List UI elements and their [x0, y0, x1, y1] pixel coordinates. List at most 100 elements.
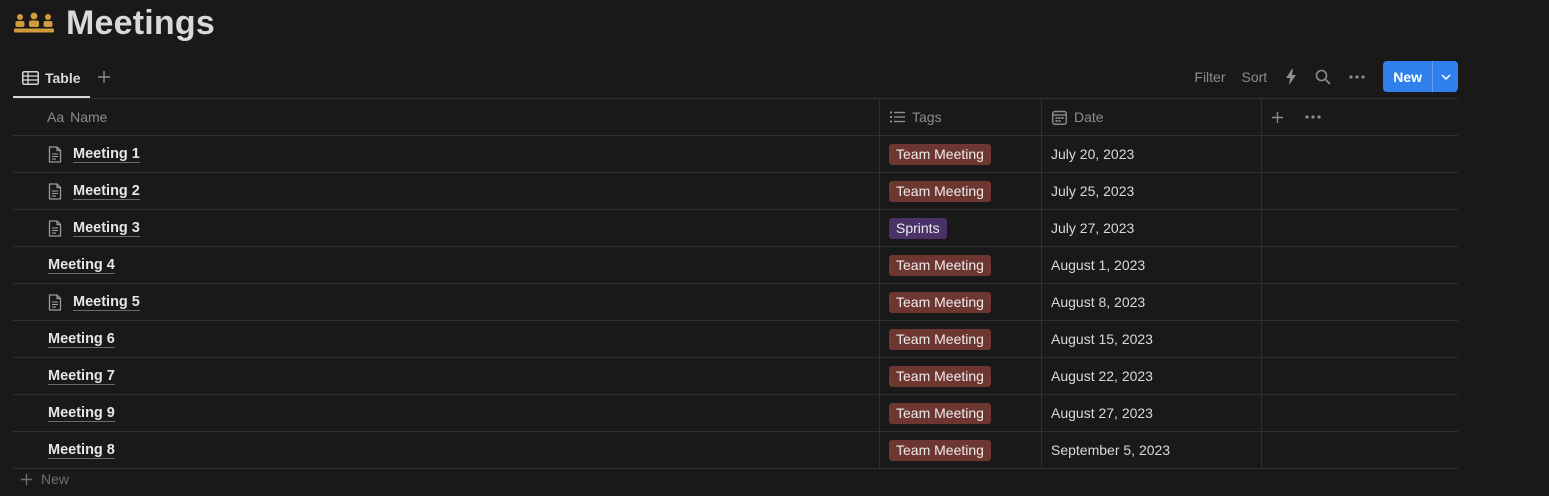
table-icon — [22, 71, 39, 85]
meeting-people-icon[interactable] — [14, 10, 56, 36]
date-cell[interactable]: August 8, 2023 — [1041, 284, 1262, 320]
date-cell[interactable]: August 27, 2023 — [1041, 395, 1262, 431]
tags-cell[interactable]: Team Meeting — [879, 136, 1042, 172]
name-cell[interactable]: Meeting 1 — [13, 136, 879, 172]
new-dropdown-button[interactable] — [1432, 61, 1458, 92]
name-cell[interactable]: Meeting 5 — [13, 284, 879, 320]
empty-cell[interactable] — [1261, 321, 1459, 357]
tags-cell[interactable]: Team Meeting — [879, 321, 1042, 357]
tags-cell[interactable]: Team Meeting — [879, 247, 1042, 283]
table-row[interactable]: Meeting 4 Team Meeting August 1, 2023 — [13, 247, 1458, 284]
tags-cell[interactable]: Team Meeting — [879, 432, 1042, 468]
database-page: Meetings Table Filter Sort New Aa Name T… — [0, 0, 1549, 496]
row-date: August 27, 2023 — [1051, 405, 1153, 421]
table-row[interactable]: Meeting 8 Team Meeting September 5, 2023 — [13, 432, 1458, 469]
empty-cell[interactable] — [1261, 284, 1459, 320]
row-date: August 22, 2023 — [1051, 368, 1153, 384]
document-icon — [48, 182, 64, 200]
tag-badge: Team Meeting — [889, 180, 991, 202]
table-body: Meeting 1 Team Meeting July 20, 2023 Meetin… — [13, 136, 1458, 469]
tag-badge: Team Meeting — [889, 402, 991, 424]
name-cell[interactable]: Meeting 9 — [13, 395, 879, 431]
add-row-button[interactable]: New — [20, 468, 69, 490]
tags-cell[interactable]: Team Meeting — [879, 395, 1042, 431]
tags-cell[interactable]: Team Meeting — [879, 358, 1042, 394]
row-name[interactable]: Meeting 6 — [48, 331, 115, 348]
row-name[interactable]: Meeting 1 — [73, 146, 140, 163]
name-cell[interactable]: Meeting 8 — [13, 432, 879, 468]
empty-cell[interactable] — [1261, 247, 1459, 283]
document-icon — [48, 293, 64, 311]
date-cell[interactable]: July 20, 2023 — [1041, 136, 1262, 172]
row-name[interactable]: Meeting 2 — [73, 183, 140, 200]
tag-badge: Team Meeting — [889, 291, 991, 313]
empty-cell[interactable] — [1261, 432, 1459, 468]
date-cell[interactable]: August 15, 2023 — [1041, 321, 1262, 357]
column-more-icon[interactable] — [1305, 99, 1321, 135]
column-header-extra — [1261, 99, 1459, 135]
empty-cell[interactable] — [1261, 136, 1459, 172]
page-header: Meetings — [14, 2, 215, 44]
row-name[interactable]: Meeting 8 — [48, 442, 115, 459]
table-row[interactable]: Meeting 5 Team Meeting August 8, 2023 — [13, 284, 1458, 321]
column-header-tags[interactable]: Tags — [879, 99, 1041, 135]
add-property-icon[interactable] — [1271, 99, 1284, 135]
search-icon[interactable] — [1315, 69, 1331, 85]
table-row[interactable]: Meeting 1 Team Meeting July 20, 2023 — [13, 136, 1458, 173]
column-header-date[interactable]: Date — [1041, 99, 1261, 135]
row-date: July 20, 2023 — [1051, 146, 1135, 162]
automation-lightning-icon[interactable] — [1285, 68, 1297, 85]
row-name[interactable]: Meeting 4 — [48, 257, 115, 274]
name-cell[interactable]: Meeting 7 — [13, 358, 879, 394]
page-title[interactable]: Meetings — [66, 4, 215, 43]
date-cell[interactable]: July 27, 2023 — [1041, 210, 1262, 246]
column-header-name[interactable]: Aa Name — [13, 99, 879, 135]
row-name[interactable]: Meeting 9 — [48, 405, 115, 422]
text-property-icon: Aa — [47, 109, 65, 125]
empty-cell[interactable] — [1261, 358, 1459, 394]
date-cell[interactable]: September 5, 2023 — [1041, 432, 1262, 468]
new-button[interactable]: New — [1383, 61, 1432, 92]
column-name-label: Name — [70, 109, 108, 125]
empty-cell[interactable] — [1261, 210, 1459, 246]
tags-cell[interactable]: Team Meeting — [879, 284, 1042, 320]
add-row-label: New — [41, 471, 70, 487]
row-date: September 5, 2023 — [1051, 442, 1171, 458]
row-date: August 1, 2023 — [1051, 257, 1146, 273]
calendar-icon — [1052, 110, 1067, 125]
date-cell[interactable]: July 25, 2023 — [1041, 173, 1262, 209]
date-cell[interactable]: August 1, 2023 — [1041, 247, 1262, 283]
name-cell[interactable]: Meeting 3 — [13, 210, 879, 246]
tab-table-view[interactable]: Table — [13, 60, 90, 98]
row-date: July 25, 2023 — [1051, 183, 1135, 199]
name-cell[interactable]: Meeting 6 — [13, 321, 879, 357]
table-row[interactable]: Meeting 2 Team Meeting July 25, 2023 — [13, 173, 1458, 210]
more-options-icon[interactable] — [1349, 74, 1365, 79]
empty-cell[interactable] — [1261, 173, 1459, 209]
new-button-group: New — [1383, 61, 1458, 92]
tags-cell[interactable]: Team Meeting — [879, 173, 1042, 209]
table-row[interactable]: Meeting 9 Team Meeting August 27, 2023 — [13, 395, 1458, 432]
table-row[interactable]: Meeting 6 Team Meeting August 15, 2023 — [13, 321, 1458, 358]
toolbar-actions: Filter Sort New — [1178, 61, 1458, 92]
filter-button[interactable]: Filter — [1194, 69, 1225, 85]
name-cell[interactable]: Meeting 4 — [13, 247, 879, 283]
document-icon — [48, 219, 64, 237]
name-cell[interactable]: Meeting 2 — [13, 173, 879, 209]
table-row[interactable]: Meeting 7 Team Meeting August 22, 2023 — [13, 358, 1458, 395]
sort-button[interactable]: Sort — [1242, 69, 1268, 85]
column-date-label: Date — [1074, 109, 1104, 125]
row-name[interactable]: Meeting 5 — [73, 294, 140, 311]
add-view-button[interactable] — [93, 66, 115, 88]
row-name[interactable]: Meeting 7 — [48, 368, 115, 385]
chevron-down-icon — [1440, 73, 1451, 80]
row-date: July 27, 2023 — [1051, 220, 1135, 236]
date-cell[interactable]: August 22, 2023 — [1041, 358, 1262, 394]
tags-cell[interactable]: Sprints — [879, 210, 1042, 246]
meetings-table: Aa Name Tags Date Meeting 1 Team Meeting… — [13, 98, 1458, 469]
tag-badge: Team Meeting — [889, 328, 991, 350]
row-name[interactable]: Meeting 3 — [73, 220, 140, 237]
tag-badge: Team Meeting — [889, 365, 991, 387]
empty-cell[interactable] — [1261, 395, 1459, 431]
table-row[interactable]: Meeting 3 Sprints July 27, 2023 — [13, 210, 1458, 247]
